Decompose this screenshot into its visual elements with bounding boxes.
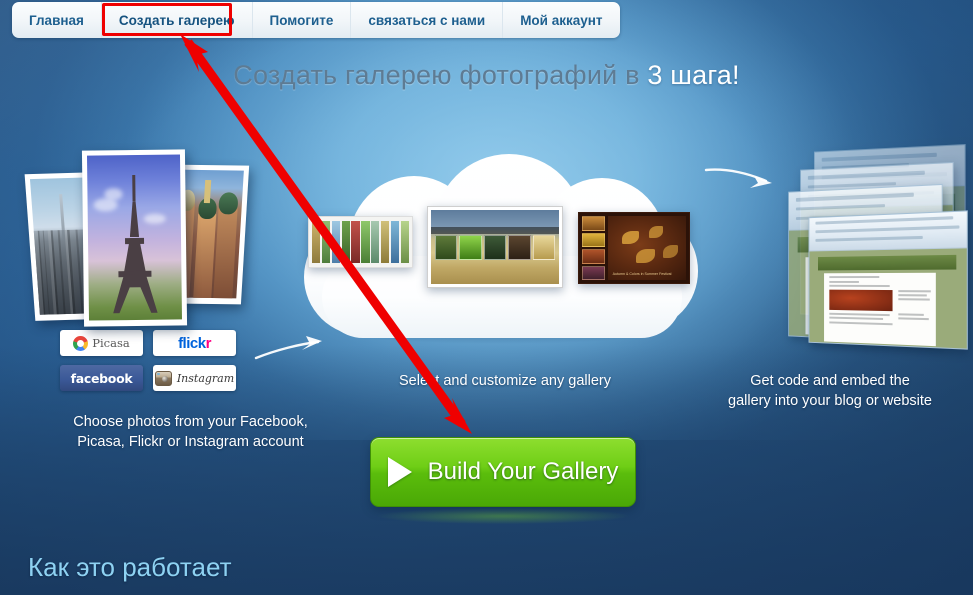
caption-step-two: Select and customize any gallery bbox=[399, 373, 611, 389]
nav-item-create-gallery[interactable]: Создать галерею bbox=[102, 2, 253, 38]
facebook-label: facebook bbox=[70, 370, 133, 386]
nav-item-home[interactable]: Главная bbox=[12, 2, 102, 38]
build-gallery-label: Build Your Gallery bbox=[427, 458, 619, 485]
page-title-part1: Создать галерею фотографий в bbox=[233, 60, 648, 90]
how-it-works-heading: Как это работает bbox=[28, 552, 232, 582]
caption-step-three-line2: gallery into your blog or website bbox=[728, 393, 932, 409]
caption-step-three-line1: Get code and embed the bbox=[750, 373, 910, 389]
browser-window-front[interactable] bbox=[808, 210, 968, 350]
nav-item-contact[interactable]: связаться с нами bbox=[351, 2, 504, 38]
nav-item-help[interactable]: Помогите bbox=[253, 2, 352, 38]
browser-window-stack bbox=[778, 144, 973, 350]
page-title-part2: 3 шага! bbox=[647, 60, 740, 90]
page-title: Создать галерею фотографий в 3 шага! bbox=[0, 60, 973, 91]
flickr-label: flickr bbox=[178, 334, 211, 352]
autumn-gallery-preview[interactable]: Autumn & Colors in Summer Festival bbox=[578, 212, 690, 284]
flow-arrow-right-icon bbox=[704, 168, 772, 188]
picasa-badge[interactable]: Picasa bbox=[60, 330, 143, 356]
flickr-badge[interactable]: flickr bbox=[153, 330, 236, 356]
picasa-icon bbox=[73, 335, 89, 351]
caption-step-three: Get code and embed the gallery into your… bbox=[690, 371, 970, 411]
carousel-gallery-preview[interactable] bbox=[308, 216, 413, 268]
caption-step-one-line2: Picasa, Flickr or Instagram account bbox=[77, 434, 304, 450]
instagram-camera-icon bbox=[154, 370, 172, 386]
page-root: Picasa flickr facebook Instagram Autumn … bbox=[0, 0, 973, 595]
instagram-badge[interactable]: Instagram bbox=[153, 365, 236, 391]
photo-stack bbox=[20, 140, 270, 330]
top-navigation: Главная Создать галерею Помогите связать… bbox=[12, 2, 620, 38]
play-triangle-icon bbox=[387, 457, 412, 487]
instagram-label: Instagram bbox=[176, 371, 235, 385]
picasa-label: Picasa bbox=[92, 336, 130, 350]
nav-item-my-account[interactable]: Мой аккаунт bbox=[503, 2, 619, 38]
facebook-badge[interactable]: facebook bbox=[60, 365, 143, 391]
wheat-slider-gallery-preview[interactable] bbox=[427, 206, 563, 288]
autumn-gallery-caption: Autumn & Colors in Summer Festival bbox=[612, 272, 672, 277]
eiffel-tower-photo bbox=[81, 149, 188, 327]
caption-step-one: Choose photos from your Facebook, Picasa… bbox=[18, 412, 363, 452]
caption-step-one-line1: Choose photos from your Facebook, bbox=[73, 414, 308, 430]
cta-reflection bbox=[378, 508, 628, 524]
build-gallery-button[interactable]: Build Your Gallery bbox=[370, 437, 636, 507]
